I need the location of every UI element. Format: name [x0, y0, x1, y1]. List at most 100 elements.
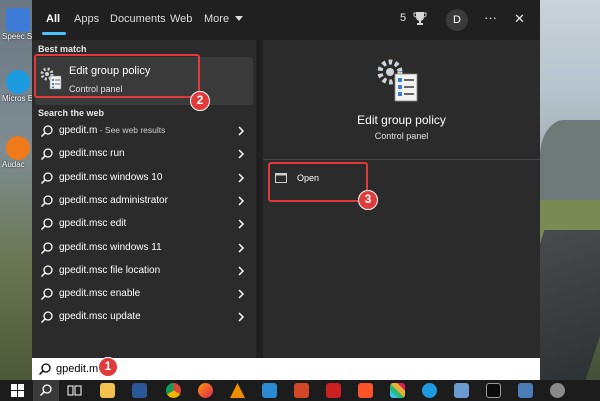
web-result-text: gpedit.m	[59, 125, 98, 136]
desktop-icon-speech[interactable]: Speec Shortc	[2, 8, 34, 41]
desktop-icon-label: Speec Shortc	[2, 32, 34, 41]
web-result-text: gpedit.msc run	[59, 148, 125, 160]
trophy-icon[interactable]	[413, 11, 427, 27]
best-match-heading: Best match	[38, 44, 87, 54]
powerpoint-icon[interactable]	[294, 383, 309, 398]
preview-subtitle: Control panel	[374, 131, 429, 141]
chevron-right-icon[interactable]	[235, 241, 247, 255]
web-result-label: gpedit.msc update	[59, 311, 141, 322]
web-result-label: gpedit.msc run	[59, 148, 125, 159]
web-result-text: gpedit.msc windows 10	[59, 171, 163, 183]
web-result-label: gpedit.msc windows 10	[59, 172, 162, 183]
web-result-label: gpedit.msc windows 11	[59, 242, 162, 253]
desktop-icon-label: Micros Edge	[2, 94, 34, 103]
terminal-icon[interactable]	[486, 383, 501, 398]
web-result-label: gpedit.msc enable	[59, 288, 140, 299]
speech-shortcut-icon	[6, 8, 30, 32]
taskbar-search-button[interactable]	[33, 380, 59, 401]
search-icon	[40, 148, 53, 161]
search-icon	[40, 311, 53, 324]
search-web-heading: Search the web	[38, 108, 105, 118]
firefox-icon[interactable]	[198, 383, 213, 398]
task-view-icon[interactable]	[67, 383, 82, 398]
acrobat-icon[interactable]	[326, 383, 341, 398]
windows-start-icon[interactable]	[10, 383, 25, 398]
vscode-icon[interactable]	[262, 383, 277, 398]
search-input[interactable]: gpedit.m	[56, 363, 98, 375]
chevron-right-icon[interactable]	[235, 217, 247, 231]
chevron-down-icon	[235, 16, 244, 22]
search-icon	[40, 265, 53, 277]
taskbar	[0, 380, 600, 401]
slack-icon[interactable]	[390, 383, 405, 398]
web-result-subtext: - See web results	[97, 125, 166, 135]
settings-gear-icon[interactable]	[550, 383, 565, 398]
chevron-right-icon[interactable]	[235, 287, 247, 301]
web-result-item[interactable]: gpedit.msc enable	[32, 283, 256, 305]
tab-apps[interactable]: Apps	[74, 13, 99, 25]
tab-more[interactable]: More	[204, 13, 244, 25]
search-topbar: All Apps Documents Web More 5 D ··· ✕	[32, 0, 540, 40]
desktop-icon-edge[interactable]: Micros Edge	[2, 70, 34, 103]
web-result-item[interactable]: gpedit.msc windows 10	[32, 167, 256, 189]
audacity-icon	[6, 136, 30, 160]
chevron-right-icon[interactable]	[235, 147, 247, 161]
search-icon	[40, 288, 53, 301]
web-result-text: gpedit.msc file location	[59, 264, 161, 276]
web-result-item[interactable]: gpedit.msc file location	[32, 260, 256, 282]
annotation-number-2: 2	[190, 91, 210, 111]
user-avatar[interactable]: D	[446, 9, 468, 31]
web-result-item[interactable]: gpedit.msc administrator	[32, 190, 256, 212]
search-icon	[38, 363, 51, 376]
chevron-right-icon[interactable]	[235, 310, 247, 324]
tab-documents[interactable]: Documents	[110, 13, 166, 25]
file-explorer-icon[interactable]	[100, 383, 115, 398]
chevron-right-icon[interactable]	[235, 124, 247, 138]
web-result-text: gpedit.msc administrator	[59, 194, 168, 206]
web-result-label: gpedit.msc file location	[59, 265, 160, 276]
annotation-box-best-match	[34, 54, 200, 98]
rewards-points: 5	[400, 12, 407, 24]
edge-icon[interactable]	[422, 383, 437, 398]
virtualbox-icon[interactable]	[454, 383, 469, 398]
search-icon	[39, 384, 52, 397]
desktop-icon-label: Audac	[2, 160, 25, 169]
annotation-number-3: 3	[358, 190, 378, 210]
wallpaper-left-strip	[0, 0, 33, 380]
preview-divider	[263, 159, 540, 160]
brave-icon[interactable]	[358, 383, 373, 398]
web-result-item[interactable]: gpedit.msc edit	[32, 213, 256, 235]
web-result-label: gpedit.m - See web results	[59, 125, 165, 136]
close-icon[interactable]: ✕	[514, 11, 525, 27]
tab-web[interactable]: Web	[170, 13, 192, 25]
more-options-icon[interactable]: ···	[484, 10, 497, 25]
annotation-box-open	[268, 162, 368, 202]
word-icon[interactable]	[132, 383, 147, 398]
vlc-icon[interactable]	[230, 383, 245, 398]
chevron-right-icon[interactable]	[235, 194, 247, 208]
web-result-label: gpedit.msc administrator	[59, 195, 168, 206]
wallpaper-hill	[540, 120, 600, 210]
search-icon	[40, 125, 53, 138]
chrome-icon[interactable]	[166, 383, 181, 398]
search-icon	[40, 171, 53, 184]
remote-desktop-icon[interactable]	[518, 383, 533, 398]
annotation-number-1: 1	[98, 357, 118, 377]
chevron-right-icon[interactable]	[235, 171, 247, 185]
active-tab-indicator	[42, 32, 66, 35]
desktop-icon-audacity[interactable]: Audac	[2, 136, 34, 169]
web-result-item[interactable]: gpedit.msc run	[32, 143, 256, 165]
web-result-text: gpedit.msc windows 11	[59, 241, 162, 253]
web-result-item[interactable]: gpedit.msc windows 11	[32, 237, 256, 259]
preview-title: Edit group policy	[357, 113, 446, 127]
tab-all[interactable]: All	[46, 13, 60, 25]
web-result-item[interactable]: gpedit.msc update	[32, 306, 256, 328]
group-policy-large-icon	[377, 59, 418, 102]
web-result-text: gpedit.msc enable	[59, 288, 141, 300]
chevron-right-icon[interactable]	[235, 264, 247, 278]
tab-more-label: More	[204, 13, 230, 25]
search-icon	[40, 241, 53, 254]
web-result-text: gpedit.msc update	[59, 311, 141, 323]
web-result-text: gpedit.msc edit	[59, 218, 127, 230]
web-result-item[interactable]: gpedit.m - See web results	[32, 120, 256, 142]
